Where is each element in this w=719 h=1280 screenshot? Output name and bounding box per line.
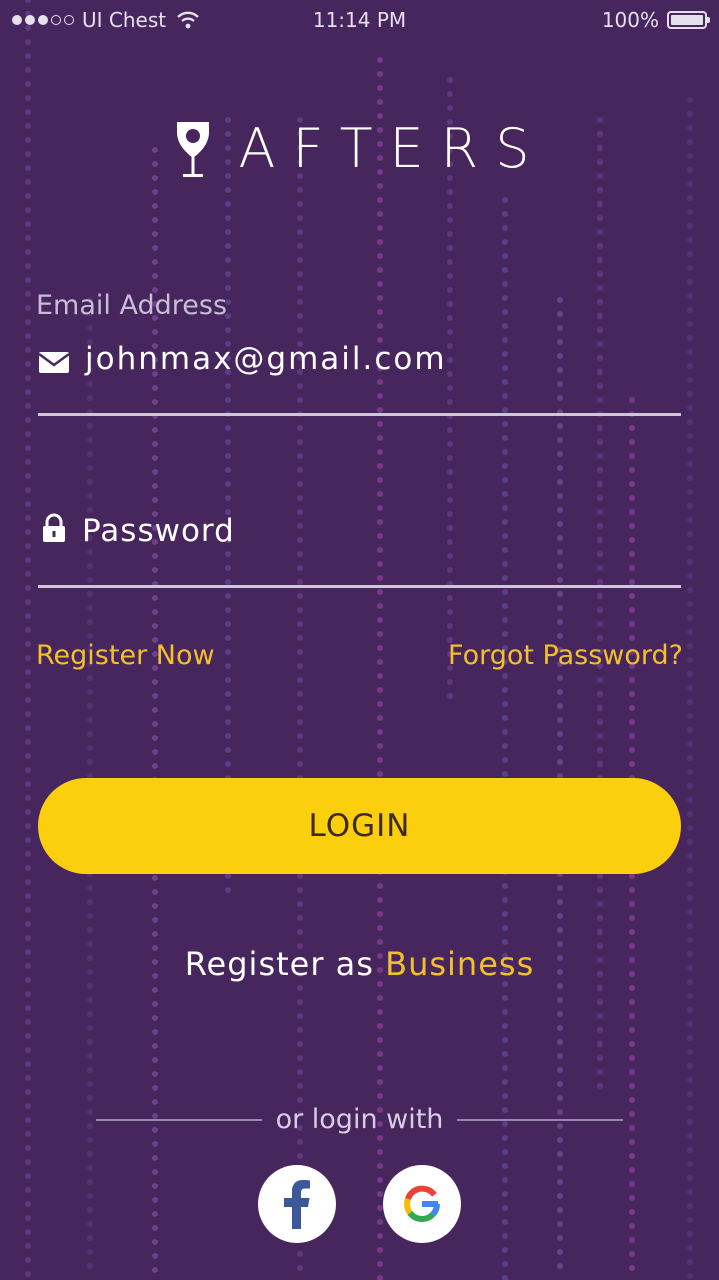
wine-glass-pin-icon [176, 122, 209, 177]
google-icon [404, 1185, 440, 1222]
forgot-password-link[interactable]: Forgot Password? [448, 640, 683, 671]
email-value: johnmax@gmail.com [85, 341, 447, 377]
facebook-icon [284, 1180, 310, 1229]
email-label: Email Address [36, 290, 228, 321]
app-logo: AFTERS [0, 118, 719, 180]
battery-percentage: 100% [601, 8, 659, 32]
battery-icon [667, 11, 710, 29]
lock-icon [43, 513, 65, 542]
divider-line-right [457, 1118, 623, 1121]
logo-wordmark: AFTERS [238, 117, 547, 180]
envelope-icon [38, 352, 70, 373]
register-business-prefix: Register as [184, 945, 374, 983]
register-business-accent: Business [385, 945, 535, 983]
status-bar: UI Chest 11:14 PM 100% [0, 0, 719, 42]
facebook-login-button[interactable] [258, 1165, 336, 1243]
social-divider-text: or login with [275, 1104, 444, 1135]
battery-fill [671, 15, 703, 25]
register-now-link[interactable]: Register Now [36, 640, 215, 671]
login-button[interactable]: LOGIN [38, 778, 681, 874]
email-field[interactable]: johnmax@gmail.com [38, 335, 681, 416]
register-business-link[interactable]: Register as Business [0, 945, 719, 983]
password-placeholder: Password [82, 513, 235, 549]
social-divider: or login with [96, 1104, 623, 1135]
divider-line-left [96, 1118, 262, 1121]
status-bar-right: 100% [601, 8, 710, 32]
password-field[interactable]: Password [38, 505, 681, 588]
google-login-button[interactable] [383, 1165, 461, 1243]
